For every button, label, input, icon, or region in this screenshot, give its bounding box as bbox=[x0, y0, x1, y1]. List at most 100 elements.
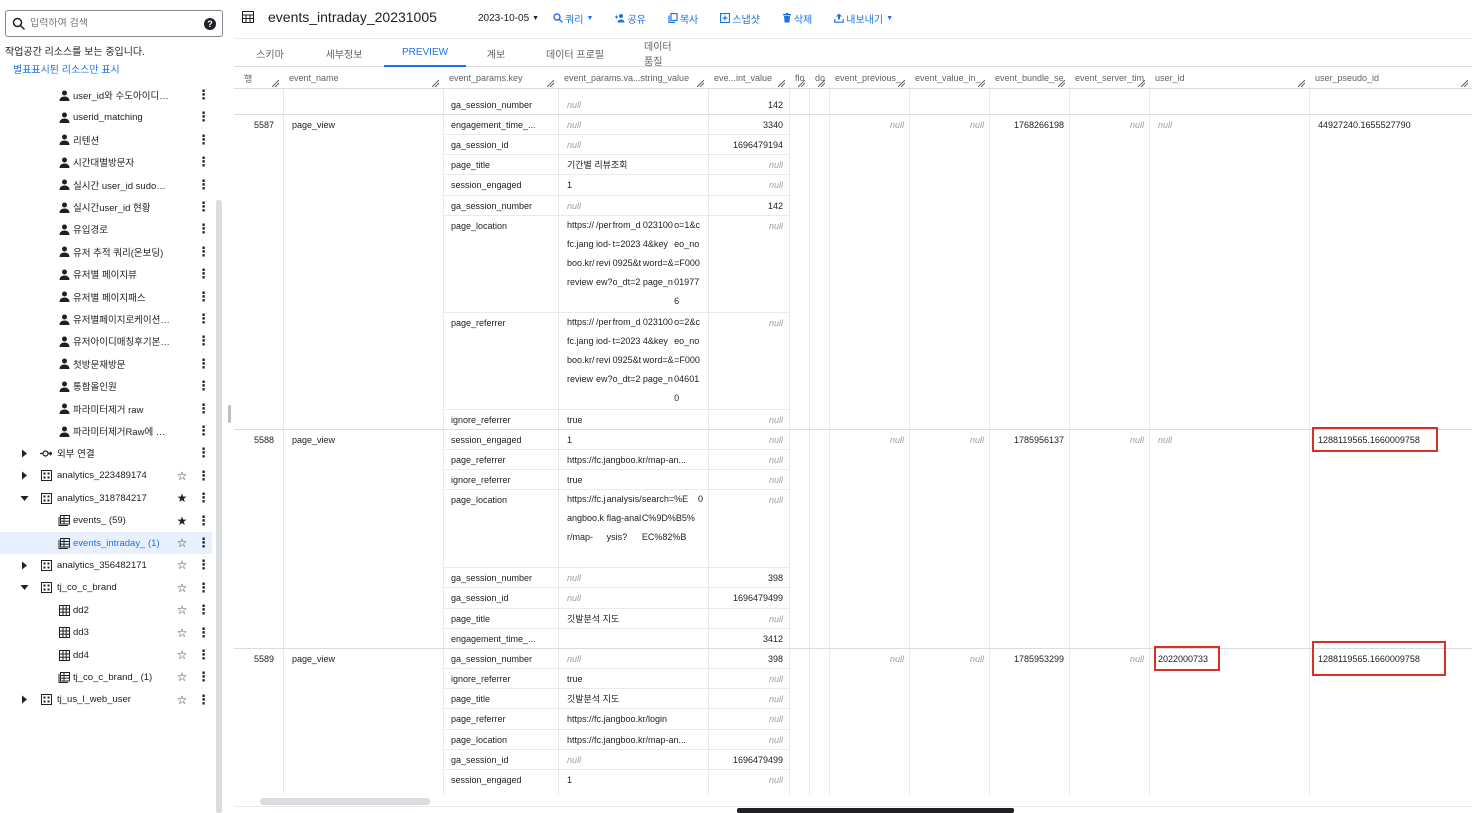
column-header[interactable]: user_id bbox=[1149, 68, 1308, 88]
resize-grip-icon[interactable] bbox=[897, 79, 906, 88]
expand-right-icon[interactable] bbox=[19, 560, 29, 570]
resize-grip-icon[interactable] bbox=[271, 79, 280, 88]
more-vert-icon[interactable]: ⋮ bbox=[197, 244, 210, 259]
more-vert-icon[interactable]: ⋮ bbox=[197, 558, 210, 572]
star-icon[interactable]: ☆ bbox=[176, 559, 188, 571]
more-vert-icon[interactable]: ⋮ bbox=[197, 468, 210, 483]
tree-item[interactable]: 시간대별방문자 ⋮ bbox=[0, 151, 212, 173]
more-vert-icon[interactable]: ⋮ bbox=[197, 401, 210, 416]
more-vert-icon[interactable]: ⋮ bbox=[197, 379, 210, 393]
more-vert-icon[interactable]: ⋮ bbox=[197, 88, 210, 102]
more-vert-icon[interactable]: ⋮ bbox=[197, 110, 210, 124]
column-header[interactable]: user_pseudo_id bbox=[1309, 68, 1471, 88]
more-vert-icon[interactable]: ⋮ bbox=[197, 177, 210, 192]
tree-item[interactable]: dd4 ☆ ⋮ bbox=[0, 644, 212, 666]
tree-item[interactable]: 유저별 페이지뷰 ⋮ bbox=[0, 263, 212, 285]
more-vert-icon[interactable]: ⋮ bbox=[197, 155, 210, 169]
tree-item[interactable]: 유저별 페이지패스 ⋮ bbox=[0, 286, 212, 308]
more-vert-icon[interactable]: ⋮ bbox=[197, 132, 210, 147]
star-icon[interactable]: ☆ bbox=[176, 470, 188, 482]
resize-grip-icon[interactable] bbox=[777, 79, 786, 88]
star-icon[interactable]: ☆ bbox=[176, 694, 188, 706]
more-vert-icon[interactable]: ⋮ bbox=[197, 625, 210, 640]
expand-right-icon[interactable] bbox=[19, 448, 29, 458]
column-header[interactable]: 행 bbox=[234, 68, 282, 88]
date-selector[interactable]: 2023-10-05 ▼ bbox=[478, 13, 539, 24]
star-icon[interactable]: ☆ bbox=[176, 627, 188, 639]
resize-grip-icon[interactable] bbox=[1057, 79, 1066, 88]
more-vert-icon[interactable]: ⋮ bbox=[197, 334, 210, 348]
star-icon[interactable]: ☆ bbox=[176, 649, 188, 661]
tree-item[interactable]: tj_co_c_brand ☆ ⋮ bbox=[0, 577, 212, 599]
tree-item[interactable]: 실시간user_id 현황 ⋮ bbox=[0, 196, 212, 218]
tree-item[interactable]: userid_matching ⋮ bbox=[0, 106, 212, 128]
tree-item[interactable]: tj_us_l_web_user ☆ ⋮ bbox=[0, 689, 212, 711]
column-header[interactable]: do bbox=[809, 68, 828, 88]
resize-grip-icon[interactable] bbox=[1297, 79, 1306, 88]
export-button[interactable]: 내보내기 ▼ bbox=[834, 11, 893, 26]
tree-item[interactable]: 외부 연결 ⋮ bbox=[0, 442, 212, 464]
share-button[interactable]: 공유 bbox=[615, 11, 646, 26]
resize-grip-icon[interactable] bbox=[696, 79, 705, 88]
tree-item[interactable]: 유저아이디매칭후기본정... ⋮ bbox=[0, 330, 212, 352]
tab-item[interactable]: 계보 bbox=[482, 39, 510, 67]
delete-button[interactable]: 삭제 bbox=[782, 11, 812, 26]
more-vert-icon[interactable]: ⋮ bbox=[197, 356, 210, 371]
tree-item[interactable]: analytics_223489174 ☆ ⋮ bbox=[0, 465, 212, 487]
resize-grip-icon[interactable] bbox=[797, 79, 806, 88]
resize-grip-icon[interactable] bbox=[1460, 79, 1469, 88]
search-box[interactable]: ? bbox=[5, 10, 223, 37]
search-input[interactable] bbox=[30, 18, 204, 29]
star-icon[interactable]: ☆ bbox=[176, 582, 188, 594]
star-filled-icon[interactable]: ★ bbox=[176, 492, 188, 504]
more-vert-icon[interactable]: ⋮ bbox=[197, 670, 210, 684]
tree-item[interactable]: analytics_356482171 ☆ ⋮ bbox=[0, 554, 212, 576]
tab-item[interactable]: 세부정보 bbox=[318, 39, 370, 67]
more-vert-icon[interactable]: ⋮ bbox=[197, 491, 210, 505]
more-vert-icon[interactable]: ⋮ bbox=[197, 603, 210, 617]
resize-grip-icon[interactable] bbox=[546, 79, 555, 88]
resize-grip-icon[interactable] bbox=[977, 79, 986, 88]
query-button[interactable]: 쿼리 ▼ bbox=[553, 11, 593, 26]
more-vert-icon[interactable]: ⋮ bbox=[197, 446, 210, 460]
column-header[interactable]: event_params.va...string_value bbox=[558, 68, 707, 88]
tree-item[interactable]: 파라미터제거Raw에 dd3... ⋮ bbox=[0, 420, 212, 442]
tree-item[interactable]: user_id와 수도아이디 카... ⋮ bbox=[0, 84, 212, 106]
tree-item[interactable]: events_ (59) ★ ⋮ bbox=[0, 510, 212, 532]
column-header[interactable]: event_server_tim bbox=[1069, 68, 1148, 88]
star-icon[interactable]: ☆ bbox=[176, 537, 188, 549]
tree-item[interactable]: tj_co_c_brand_ (1) ☆ ⋮ bbox=[0, 666, 212, 688]
more-vert-icon[interactable]: ⋮ bbox=[197, 312, 210, 326]
star-icon[interactable]: ☆ bbox=[176, 671, 188, 683]
resize-grip-icon[interactable] bbox=[431, 79, 440, 88]
resize-grip-icon[interactable] bbox=[817, 79, 826, 88]
column-header[interactable]: eve...int_value bbox=[708, 68, 788, 88]
more-vert-icon[interactable]: ⋮ bbox=[197, 222, 210, 236]
tab-item[interactable]: 데이터 품질 bbox=[644, 39, 678, 68]
show-starred-only-link[interactable]: 별표표시된 리소스만 표시 bbox=[13, 61, 120, 76]
sidebar-scrollbar-thumb[interactable] bbox=[216, 200, 222, 813]
more-vert-icon[interactable]: ⋮ bbox=[197, 200, 210, 214]
tree-item[interactable]: 파라미터제거 raw ⋮ bbox=[0, 398, 212, 420]
column-header[interactable]: event_previous_ bbox=[829, 68, 908, 88]
more-vert-icon[interactable]: ⋮ bbox=[197, 289, 210, 304]
more-vert-icon[interactable]: ⋮ bbox=[197, 267, 210, 281]
tree-item[interactable]: dd2 ☆ ⋮ bbox=[0, 599, 212, 621]
horizontal-scrollbar-track[interactable] bbox=[234, 806, 1472, 807]
tree-item[interactable]: 통합올인원 ⋮ bbox=[0, 375, 212, 397]
tree-item[interactable]: 유저 추적 쿼리(온보딩) ⋮ bbox=[0, 241, 212, 263]
star-icon[interactable]: ☆ bbox=[176, 604, 188, 616]
expand-right-icon[interactable] bbox=[19, 695, 29, 705]
tab-item[interactable]: PREVIEW bbox=[384, 39, 466, 67]
horizontal-scrollbar-thumb[interactable] bbox=[260, 798, 430, 805]
tree-item[interactable]: events_intraday_ (1) ☆ ⋮ bbox=[0, 532, 212, 554]
column-header[interactable]: event_bundle_se bbox=[989, 68, 1068, 88]
tree-item[interactable]: dd3 ☆ ⋮ bbox=[0, 622, 212, 644]
more-vert-icon[interactable]: ⋮ bbox=[197, 513, 210, 528]
tree-item[interactable]: 실시간 user_id sudo_id 카... ⋮ bbox=[0, 174, 212, 196]
tree-item[interactable]: 리텐션 ⋮ bbox=[0, 129, 212, 151]
resize-grip-icon[interactable] bbox=[1137, 79, 1146, 88]
expand-down-icon[interactable] bbox=[19, 583, 29, 593]
more-vert-icon[interactable]: ⋮ bbox=[197, 648, 210, 662]
star-filled-icon[interactable]: ★ bbox=[176, 515, 188, 527]
